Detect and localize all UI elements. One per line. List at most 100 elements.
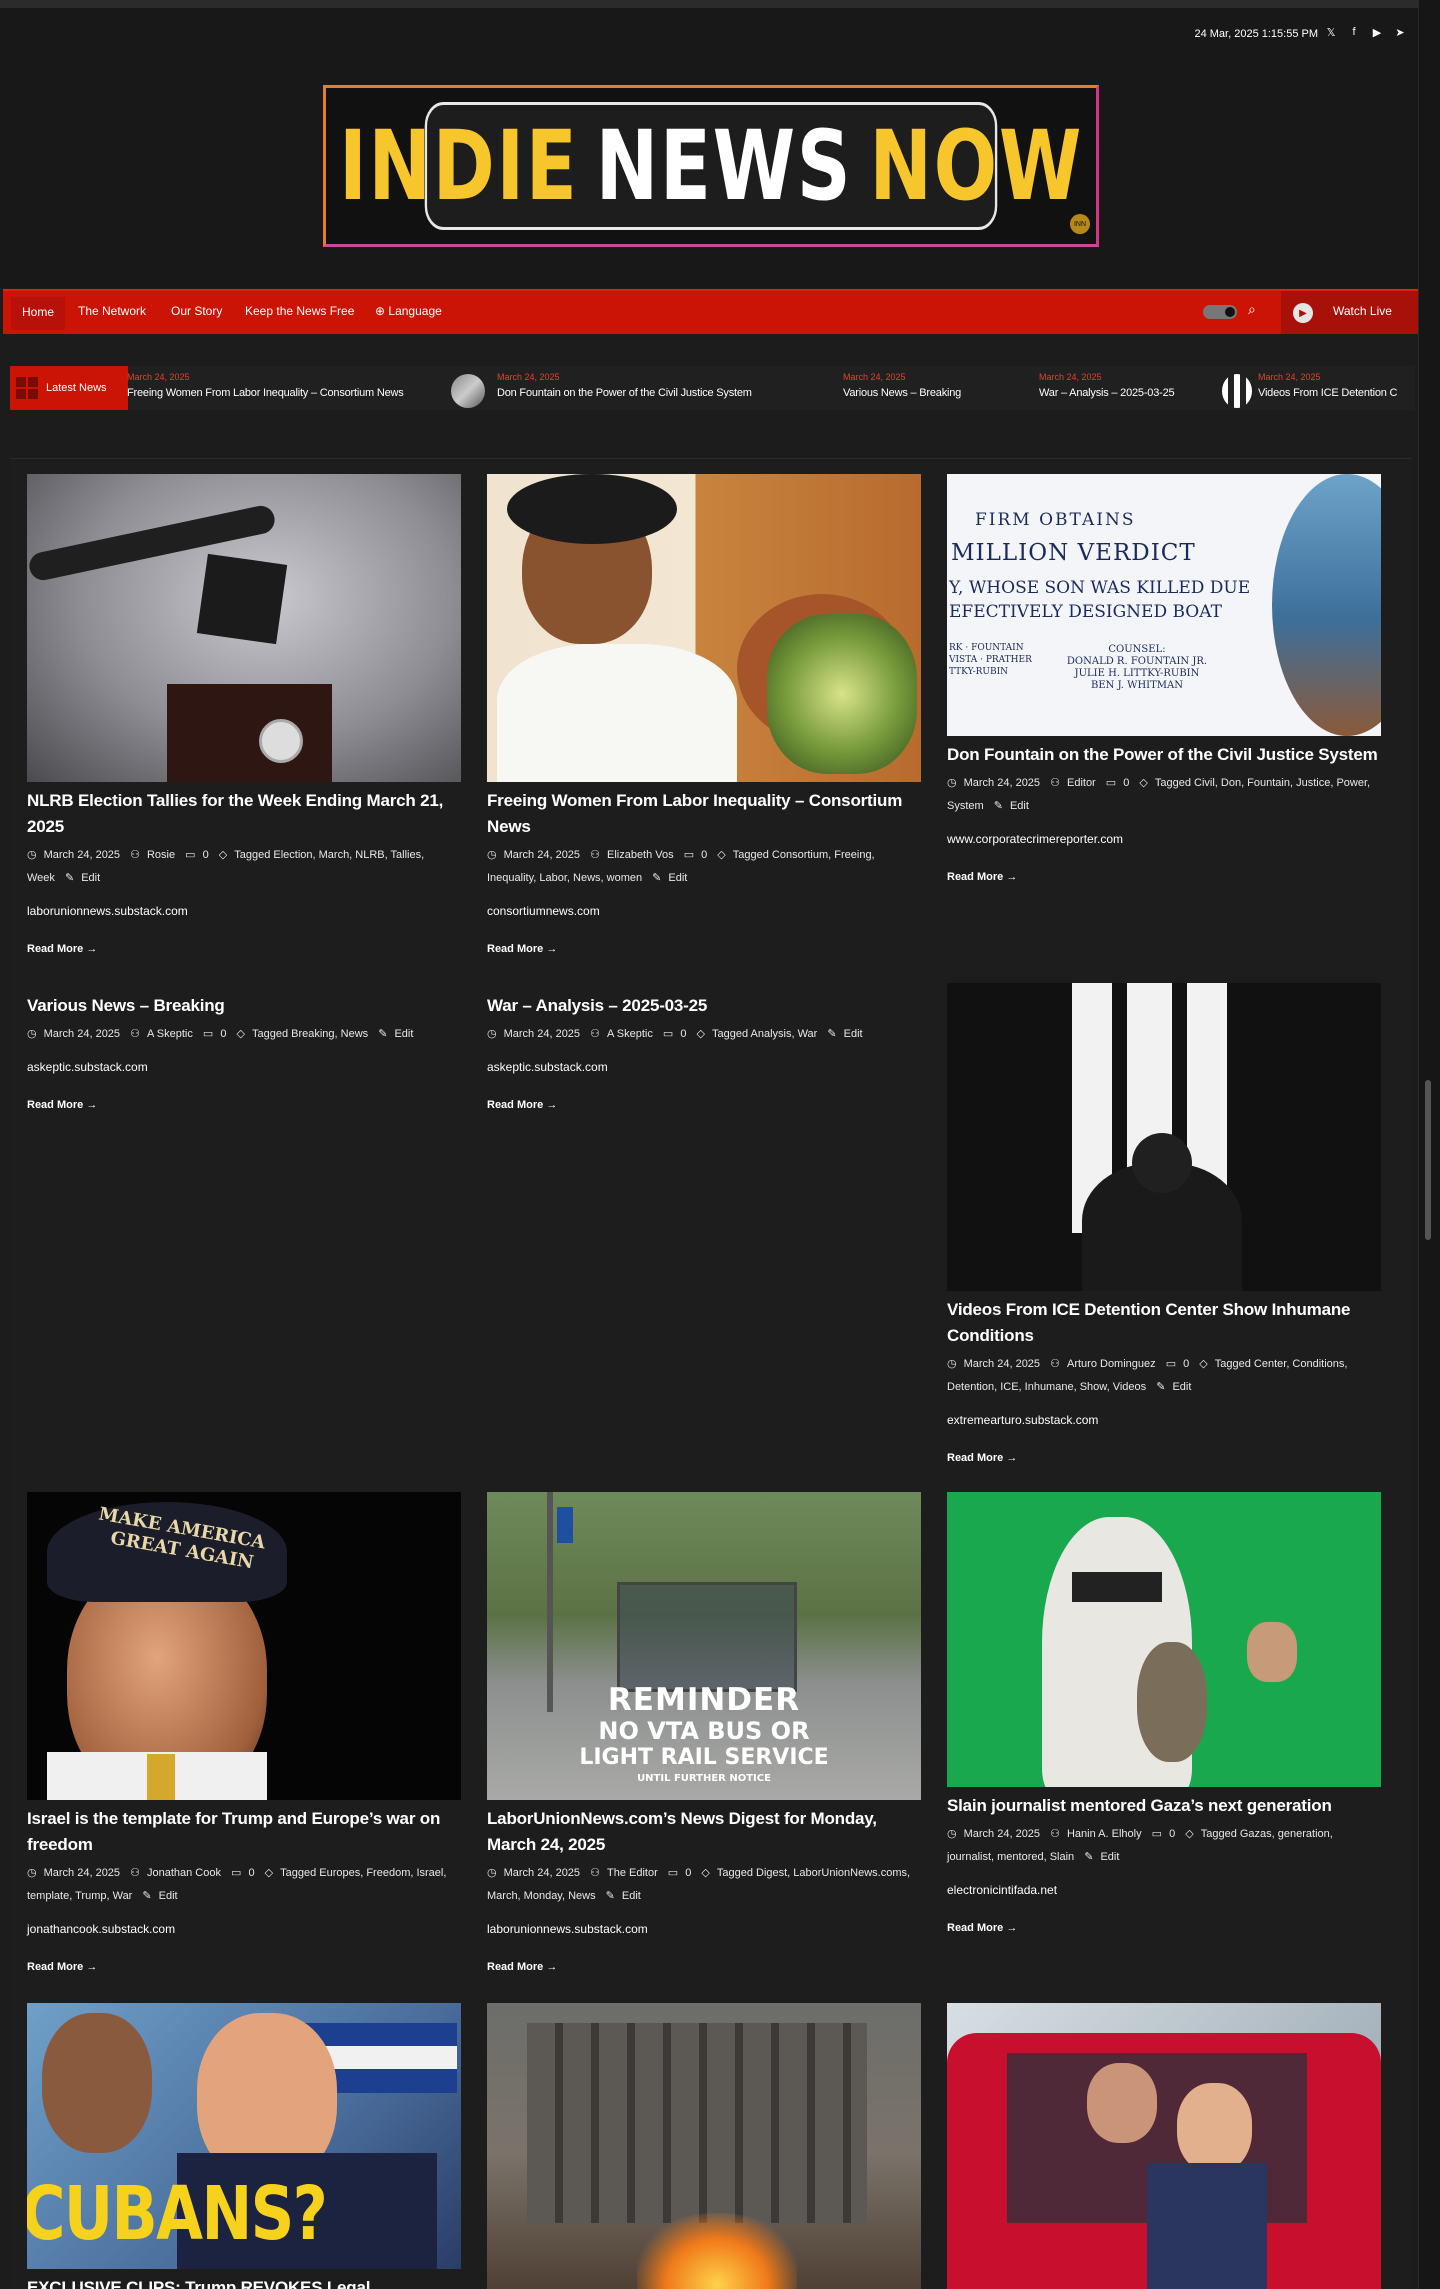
post-author[interactable]: Editor — [1067, 777, 1096, 789]
post-author[interactable]: The Editor — [607, 1867, 658, 1879]
post-edit-link[interactable]: Edit — [394, 1028, 413, 1040]
ticker-item[interactable]: March 24, 2025 Various News – Breaking — [843, 372, 961, 399]
post-comments[interactable]: 0 — [685, 1867, 691, 1879]
post-image-detention[interactable] — [947, 983, 1381, 1291]
read-more-link[interactable]: Read More → — [487, 1961, 921, 1973]
ticker-item[interactable]: March 24, 2025 Don Fountain on the Power… — [451, 372, 752, 408]
post-date[interactable]: March 24, 2025 — [44, 1028, 120, 1040]
post-image-building-fire[interactable] — [487, 2003, 921, 2289]
post-image-ballot[interactable] — [27, 474, 461, 782]
read-more-link[interactable]: Read More → — [487, 1099, 921, 1111]
post-date[interactable]: March 24, 2025 — [504, 1028, 580, 1040]
post-author[interactable]: Rosie — [147, 849, 175, 861]
post-image-cubans[interactable]: CUBANS? — [27, 2003, 461, 2269]
post-date[interactable]: March 24, 2025 — [964, 777, 1040, 789]
ticker-item[interactable]: March 24, 2025 War – Analysis – 2025-03-… — [1039, 372, 1175, 399]
post-title[interactable]: Don Fountain on the Power of the Civil J… — [947, 742, 1381, 768]
post-title[interactable]: War – Analysis – 2025-03-25 — [487, 993, 921, 1019]
edit-icon: ✎ — [827, 1028, 837, 1040]
post-edit-link[interactable]: Edit — [1010, 800, 1029, 812]
scrollbar-thumb[interactable] — [1425, 1080, 1431, 1240]
post-edit-link[interactable]: Edit — [159, 1890, 178, 1902]
post-source[interactable]: extremearturo.substack.com — [947, 1413, 1381, 1427]
read-more-link[interactable]: Read More → — [947, 1922, 1381, 1934]
read-more-link[interactable]: Read More → — [487, 943, 921, 955]
post-date[interactable]: March 24, 2025 — [44, 849, 120, 861]
post-title[interactable]: Freeing Women From Labor Inequality – Co… — [487, 788, 921, 840]
post-image-bus-stop[interactable]: REMINDER NO VTA BUS OR LIGHT RAIL SERVIC… — [487, 1492, 921, 1800]
post-image-verdict[interactable]: FIRM OBTAINS MILLION VERDICT Y, WHOSE SO… — [947, 474, 1381, 736]
x-icon[interactable]: 𝕏 — [1323, 24, 1339, 40]
ticker-item[interactable]: March 24, 2025 Videos From ICE Detention… — [1222, 372, 1397, 408]
post-image-car[interactable] — [947, 2003, 1381, 2289]
read-more-link[interactable]: Read More → — [27, 1099, 461, 1111]
edit-icon: ✎ — [652, 872, 662, 884]
ticker-item[interactable]: March 24, 2025 Freeing Women From Labor … — [127, 372, 404, 399]
post-source[interactable]: www.corporatecrimereporter.com — [947, 832, 1381, 846]
post-title[interactable]: EXCLUSIVE CLIPS: Trump REVOKES Legal — [27, 2275, 461, 2289]
post-author[interactable]: A Skeptic — [147, 1028, 193, 1040]
post-title[interactable]: LaborUnionNews.com’s News Digest for Mon… — [487, 1806, 921, 1858]
post-source[interactable]: electronicintifada.net — [947, 1883, 1381, 1897]
post-comments[interactable]: 0 — [203, 849, 209, 861]
post-source[interactable]: askeptic.substack.com — [487, 1060, 921, 1074]
post-comments[interactable]: 0 — [248, 1867, 254, 1879]
post-comments[interactable]: 0 — [220, 1028, 226, 1040]
post-edit-link[interactable]: Edit — [844, 1028, 863, 1040]
post-author[interactable]: Arturo Dominguez — [1067, 1358, 1156, 1370]
post-date[interactable]: March 24, 2025 — [504, 1867, 580, 1879]
dark-mode-toggle[interactable] — [1203, 305, 1237, 319]
scrollbar[interactable] — [1418, 0, 1440, 2289]
read-more-link[interactable]: Read More → — [27, 1961, 461, 1973]
read-more-link[interactable]: Read More → — [27, 943, 461, 955]
post-image-trump-hat[interactable]: MAKE AMERICA GREAT AGAIN — [27, 1492, 461, 1800]
post-comments[interactable]: 0 — [1169, 1828, 1175, 1840]
post-author[interactable]: Hanin A. Elholy — [1067, 1828, 1142, 1840]
search-icon[interactable]: ⌕ — [1248, 301, 1256, 318]
post-author[interactable]: Jonathan Cook — [147, 1867, 221, 1879]
read-more-link[interactable]: Read More → — [947, 871, 1381, 883]
post-title[interactable]: NLRB Election Tallies for the Week Endin… — [27, 788, 461, 840]
post-source[interactable]: laborunionnews.substack.com — [487, 1922, 921, 1936]
post-title[interactable]: Various News – Breaking — [27, 993, 461, 1019]
post-comments[interactable]: 0 — [1123, 777, 1129, 789]
youtube-icon[interactable]: ▶ — [1369, 24, 1385, 40]
post-image-journalist[interactable] — [947, 1492, 1381, 1787]
post-comments[interactable]: 0 — [680, 1028, 686, 1040]
site-logo[interactable]: INDIE NEWS NOW INN — [323, 85, 1099, 247]
watch-live-button[interactable]: ▶ Watch Live — [1281, 291, 1418, 334]
post-edit-link[interactable]: Edit — [1172, 1381, 1191, 1393]
post-source[interactable]: laborunionnews.substack.com — [27, 904, 461, 918]
post-date[interactable]: March 24, 2025 — [964, 1828, 1040, 1840]
post-source[interactable]: jonathancook.substack.com — [27, 1922, 461, 1936]
facebook-icon[interactable]: f — [1346, 24, 1362, 40]
post-tags[interactable]: Tagged Analysis, War — [712, 1028, 817, 1040]
nav-the-network[interactable]: The Network — [78, 304, 146, 318]
nav-home[interactable]: Home — [11, 297, 66, 330]
post-author[interactable]: Elizabeth Vos — [607, 849, 674, 861]
post-comments[interactable]: 0 — [1183, 1358, 1189, 1370]
read-more-link[interactable]: Read More → — [947, 1452, 1381, 1464]
post-edit-link[interactable]: Edit — [622, 1890, 641, 1902]
post-title[interactable]: Videos From ICE Detention Center Show In… — [947, 1297, 1381, 1349]
post-tags[interactable]: Tagged Breaking, News — [252, 1028, 368, 1040]
nav-our-story[interactable]: Our Story — [171, 304, 222, 318]
post-edit-link[interactable]: Edit — [81, 872, 100, 884]
post-title[interactable]: Israel is the template for Trump and Eur… — [27, 1806, 461, 1858]
post-comments[interactable]: 0 — [701, 849, 707, 861]
post-date[interactable]: March 24, 2025 — [504, 849, 580, 861]
post-date[interactable]: March 24, 2025 — [44, 1867, 120, 1879]
post-edit-link[interactable]: Edit — [1100, 1851, 1119, 1863]
comment-icon: ▭ — [1151, 1828, 1163, 1840]
post-image-illustration[interactable] — [487, 474, 921, 782]
post-meta: ◷ March 24, 2025 ⚇ The Editor ▭ 0 ◇ Tagged D… — [487, 1862, 921, 1908]
post-edit-link[interactable]: Edit — [668, 872, 687, 884]
nav-language[interactable]: ⊕ Language — [375, 304, 442, 318]
nav-keep-the-news-free[interactable]: Keep the News Free — [245, 304, 354, 318]
post-source[interactable]: consortiumnews.com — [487, 904, 921, 918]
post-source[interactable]: askeptic.substack.com — [27, 1060, 461, 1074]
post-title[interactable]: Slain journalist mentored Gaza’s next ge… — [947, 1793, 1381, 1819]
post-date[interactable]: March 24, 2025 — [964, 1358, 1040, 1370]
post-author[interactable]: A Skeptic — [607, 1028, 653, 1040]
telegram-icon[interactable]: ➤ — [1392, 24, 1408, 40]
